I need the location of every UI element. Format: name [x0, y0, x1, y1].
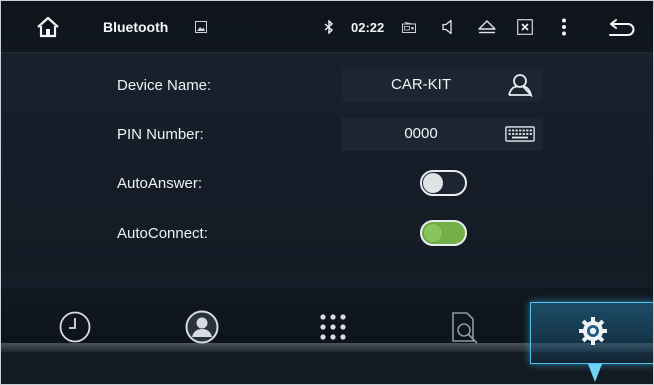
- device-name-row: Device Name: CAR-KIT: [1, 68, 653, 104]
- pin-number-value: 0000: [404, 125, 438, 142]
- bluetooth-settings-screen: Bluetooth 02:22 Device Name: CAR-KIT PIN…: [0, 0, 654, 385]
- auto-connect-label: AutoConnect:: [117, 225, 208, 242]
- toggle-knob: [423, 223, 443, 243]
- gallery-icon: [194, 1, 208, 53]
- user-icon[interactable]: [505, 72, 535, 98]
- device-name-value: CAR-KIT: [391, 76, 451, 93]
- nav-contacts[interactable]: [139, 302, 265, 356]
- auto-answer-label: AutoAnswer:: [117, 175, 203, 192]
- nav-recent-calls[interactable]: [12, 302, 138, 356]
- active-tab-pointer: [588, 364, 602, 382]
- status-bar: Bluetooth 02:22: [1, 1, 653, 53]
- close-box-icon[interactable]: [516, 1, 534, 53]
- auto-connect-toggle[interactable]: [420, 220, 467, 246]
- back-icon[interactable]: [607, 1, 637, 53]
- radio-icon: [401, 1, 417, 53]
- nav-search-devices[interactable]: [401, 302, 527, 356]
- device-name-label: Device Name:: [117, 77, 212, 94]
- eject-icon[interactable]: [477, 1, 497, 53]
- pin-number-row: PIN Number: 0000: [1, 117, 653, 153]
- device-name-field[interactable]: CAR-KIT: [341, 68, 543, 102]
- auto-answer-row: AutoAnswer:: [1, 166, 653, 202]
- toggle-knob: [423, 173, 443, 193]
- menu-icon[interactable]: [559, 1, 569, 53]
- bottom-nav: [1, 288, 653, 384]
- clock-time: 02:22: [351, 19, 385, 35]
- bluetooth-icon: [323, 1, 335, 53]
- nav-dialpad[interactable]: [270, 302, 396, 356]
- dialpad-icon: [318, 312, 348, 347]
- contact-icon: [184, 309, 220, 350]
- auto-connect-row: AutoConnect:: [1, 216, 653, 252]
- bluetooth-settings-panel: Device Name: CAR-KIT PIN Number: 0000 Au…: [1, 53, 653, 288]
- pin-number-label: PIN Number:: [117, 126, 204, 143]
- clock-icon: [58, 310, 92, 349]
- auto-answer-toggle[interactable]: [420, 170, 467, 196]
- search-device-icon: [447, 310, 481, 349]
- volume-icon[interactable]: [441, 1, 457, 53]
- keyboard-icon[interactable]: [505, 121, 535, 147]
- gear-icon: [578, 316, 608, 351]
- pin-number-field[interactable]: 0000: [341, 117, 543, 151]
- nav-settings[interactable]: [530, 302, 653, 364]
- home-icon[interactable]: [31, 1, 65, 53]
- page-title: Bluetooth: [103, 19, 169, 35]
